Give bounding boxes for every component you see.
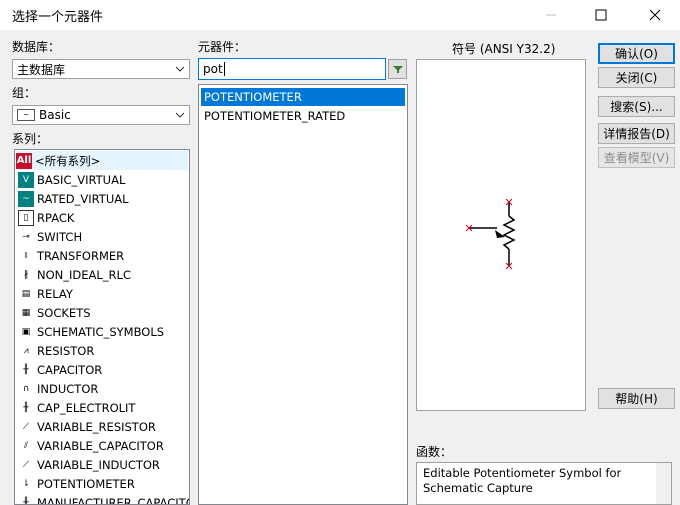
basic-group-icon: ~ — [17, 109, 35, 121]
series-item-transformer[interactable]: ⧚ TRANSFORMER — [18, 246, 124, 265]
series-item-schematic-symbols[interactable]: ▣ SCHEMATIC_SYMBOLS — [18, 322, 164, 341]
database-label: 数据库： — [12, 40, 61, 54]
function-description: Editable Potentiometer Symbol for Schema… — [416, 462, 672, 505]
all-icon: All — [16, 152, 32, 169]
function-label: 函数： — [416, 445, 453, 459]
rpack-icon: ▯ — [18, 209, 34, 226]
series-item-rated-virtual[interactable]: ~ RATED_VIRTUAL — [18, 189, 129, 208]
symbol-preview — [416, 59, 586, 411]
ok-button[interactable]: 确认(O) — [598, 43, 675, 64]
transformer-icon: ⧚ — [24, 250, 28, 261]
result-item[interactable]: POTENTIOMETER_RATED — [201, 107, 405, 125]
series-item-resistor[interactable]: ⩘ RESISTOR — [18, 341, 94, 360]
series-item-inductor[interactable]: ∩ INDUCTOR — [18, 379, 99, 398]
inductor-icon: ∩ — [22, 383, 30, 394]
minimize-button[interactable] — [528, 0, 574, 30]
chevron-down-icon — [175, 66, 185, 72]
series-item-relay[interactable]: ▤ RELAY — [18, 284, 73, 303]
potentiometer-icon: ⇂ — [22, 478, 30, 489]
sockets-icon: ▦ — [21, 307, 31, 318]
series-item-sockets[interactable]: ▦ SOCKETS — [18, 303, 91, 322]
variable-capacitor-icon: ⫽ — [23, 440, 28, 451]
search-filter-button[interactable] — [388, 59, 407, 79]
detail-report-button[interactable]: 详情报告(D) — [598, 123, 675, 144]
switch-icon: ⊸ — [22, 231, 30, 242]
close-window-button[interactable] — [632, 0, 678, 30]
database-selected: 主数据库 — [17, 62, 66, 77]
component-search-input[interactable]: pot — [198, 58, 386, 80]
schematic-symbols-icon: ▣ — [21, 326, 31, 337]
series-item-all[interactable]: All <所有系列> — [16, 151, 188, 170]
database-select[interactable]: 主数据库 — [12, 59, 190, 79]
text-cursor — [223, 62, 225, 76]
series-item-capacitor[interactable]: ╫ CAPACITOR — [18, 360, 102, 379]
series-item-rpack[interactable]: ▯ RPACK — [18, 208, 74, 227]
close-icon — [649, 9, 661, 21]
non-ideal-rlc-icon: ∦ — [23, 269, 29, 280]
view-model-button: 查看模型(V) — [598, 147, 675, 168]
series-list[interactable]: All <所有系列> V BASIC_VIRTUAL ~ RATED_VIRTU… — [14, 149, 190, 505]
series-item-variable-inductor[interactable]: ⟋ VARIABLE_INDUCTOR — [18, 455, 160, 474]
rated-virtual-icon: ~ — [18, 190, 34, 207]
group-label: 组： — [12, 86, 37, 100]
series-item-switch[interactable]: ⊸ SWITCH — [18, 227, 82, 246]
series-item-variable-capacitor[interactable]: ⫽ VARIABLE_CAPACITOR — [18, 436, 164, 455]
series-item-non-ideal-rlc[interactable]: ∦ NON_IDEAL_RLC — [18, 265, 131, 284]
series-item-potentiometer[interactable]: ⇂ POTENTIOMETER — [18, 474, 135, 493]
series-item-cap-electrolit[interactable]: ╫ CAP_ELECTROLIT — [18, 398, 135, 417]
component-label: 元器件： — [198, 40, 247, 54]
variable-resistor-icon: ⟋ — [22, 421, 30, 432]
function-scrollbar[interactable] — [656, 463, 671, 504]
minimize-icon — [546, 14, 556, 16]
cap-electrolit-icon: ╫ — [23, 402, 29, 413]
maximize-icon — [595, 9, 607, 21]
basic-virtual-icon: V — [18, 171, 34, 188]
symbol-label: 符号 (ANSI Y32.2) — [452, 42, 556, 56]
window-title: 选择一个元器件 — [12, 10, 104, 25]
series-item-basic-virtual[interactable]: V BASIC_VIRTUAL — [18, 170, 125, 189]
chevron-down-icon — [175, 112, 185, 118]
manufacturer-capacitor-icon: ╫ — [23, 497, 29, 505]
series-item-variable-resistor[interactable]: ⟋ VARIABLE_RESISTOR — [18, 417, 156, 436]
group-selected: Basic — [39, 108, 71, 122]
filter-icon — [392, 66, 403, 73]
title-bar: 选择一个元器件 — [0, 0, 680, 30]
variable-inductor-icon: ⟋ — [22, 459, 30, 470]
group-select[interactable]: ~ Basic — [12, 105, 190, 125]
help-button[interactable]: 帮助(H) — [598, 388, 675, 409]
function-text: Editable Potentiometer Symbol for Schema… — [423, 466, 622, 495]
series-item-manufacturer-capacitor[interactable]: ╫ MANUFACTURER_CAPACITOR — [18, 493, 189, 505]
series-label: 系列： — [12, 132, 49, 146]
search-button[interactable]: 搜索(S)... — [598, 96, 675, 117]
resistor-icon: ⩘ — [23, 345, 29, 356]
maximize-button[interactable] — [578, 0, 624, 30]
relay-icon: ▤ — [21, 288, 31, 299]
result-item[interactable]: POTENTIOMETER — [201, 88, 405, 106]
capacitor-icon: ╫ — [23, 364, 29, 375]
component-search-value: pot — [203, 62, 223, 76]
close-button[interactable]: 关闭(C) — [598, 67, 675, 88]
potentiometer-symbol-icon — [465, 198, 516, 270]
component-results-list[interactable]: POTENTIOMETER POTENTIOMETER_RATED — [198, 84, 408, 505]
